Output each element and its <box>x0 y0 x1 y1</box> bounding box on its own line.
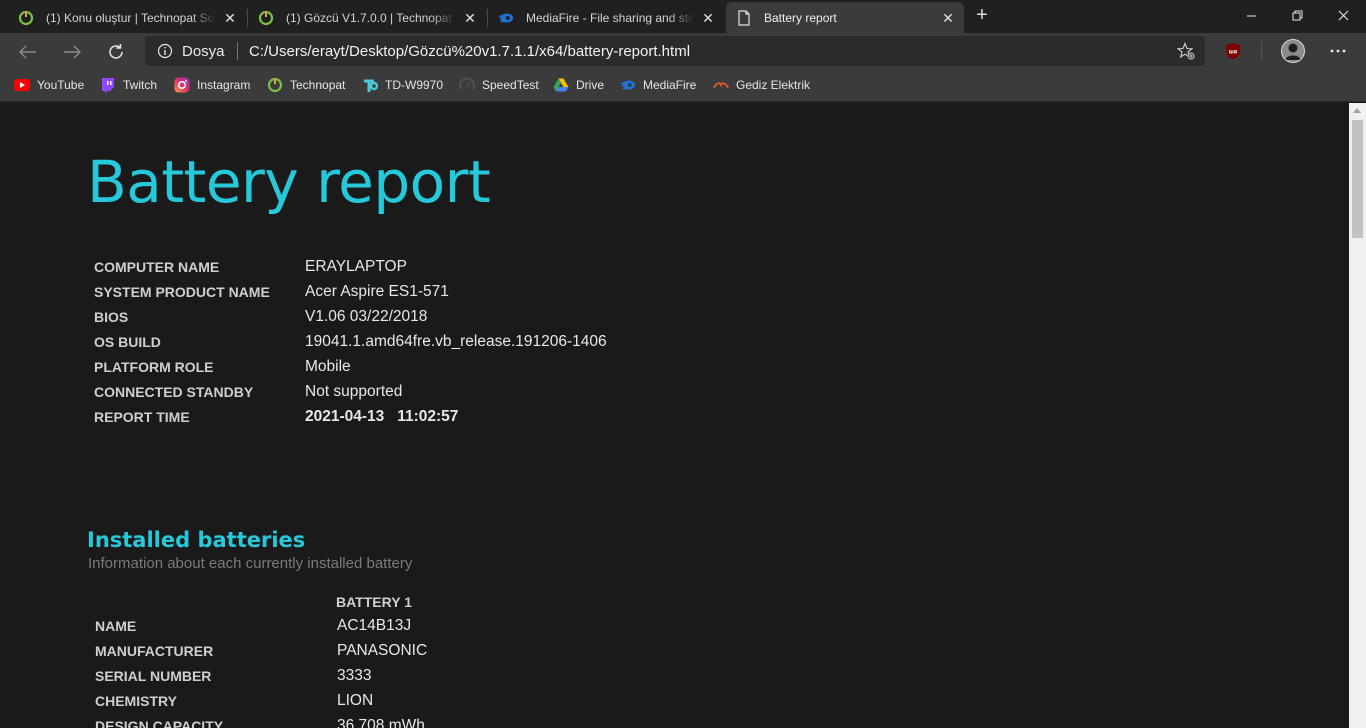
tab-mediafire[interactable]: MediaFire - File sharing and storage ✕ <box>488 2 724 33</box>
row-value: Acer Aspire ES1-571 <box>305 282 449 300</box>
speedtest-icon <box>459 77 475 93</box>
row-label: DESIGN CAPACITY <box>95 717 224 728</box>
page-title: Battery report <box>87 148 491 216</box>
tab-title: Battery report <box>764 10 837 25</box>
more-options-icon[interactable] <box>1327 40 1349 62</box>
row-value: PANASONIC <box>337 641 428 659</box>
bookmark-drive[interactable]: Drive <box>553 77 604 93</box>
bookmark-label: MediaFire <box>643 78 697 92</box>
scroll-up-icon[interactable] <box>1353 108 1361 113</box>
row-label: NAME <box>95 617 137 634</box>
close-icon[interactable]: ✕ <box>700 10 716 26</box>
section-subtitle: Information about each currently install… <box>88 555 413 572</box>
new-tab-button[interactable]: + <box>970 4 994 28</box>
bookmark-technopat[interactable]: Technopat <box>267 77 345 93</box>
navigation-toolbar: Dosya C:/Users/erayt/Desktop/Gözcü%20v1.… <box>0 33 1366 70</box>
tab-strip: (1) Konu oluştur | Technopat Sosyal ✕ (1… <box>0 0 1366 33</box>
row-label: SERIAL NUMBER <box>95 667 212 684</box>
technopat-icon <box>267 77 283 93</box>
bookmark-label: TD-W9970 <box>385 78 444 92</box>
url-text[interactable]: C:/Users/erayt/Desktop/Gözcü%20v1.7.1.1/… <box>249 43 690 60</box>
bookmark-label: Drive <box>576 78 605 92</box>
ublock-icon[interactable]: uo <box>1222 40 1244 62</box>
tab-gozcu[interactable]: (1) Gözcü V1.7.0.0 | Technopat Sosyal ✕ <box>248 2 486 33</box>
row-label: REPORT TIME <box>94 408 190 425</box>
drive-icon <box>553 77 569 93</box>
column-header: BATTERY 1 <box>336 594 412 610</box>
row-label: PLATFORM ROLE <box>94 358 214 375</box>
vertical-scrollbar[interactable] <box>1349 103 1366 728</box>
row-value: ERAYLAPTOP <box>305 257 407 275</box>
row-label: CHEMISTRY <box>95 692 177 709</box>
battery-report-page: Battery report COMPUTER NAME ERAYLAPTOP … <box>0 103 1349 728</box>
close-icon[interactable]: ✕ <box>940 10 956 26</box>
row-label: COMPUTER NAME <box>94 258 220 275</box>
minimize-button[interactable] <box>1228 0 1274 30</box>
twitch-icon <box>100 77 116 93</box>
section-title: Installed batteries <box>87 528 306 552</box>
close-icon[interactable]: ✕ <box>462 10 478 26</box>
bookmark-youtube[interactable]: YouTube <box>14 77 84 93</box>
close-window-button[interactable] <box>1320 0 1366 30</box>
scrollbar-thumb[interactable] <box>1352 120 1363 238</box>
bookmark-instagram[interactable]: Instagram <box>174 77 250 93</box>
avatar[interactable] <box>1280 38 1306 64</box>
row-value: Mobile <box>305 357 351 375</box>
svg-text:uo: uo <box>1229 49 1237 56</box>
row-value: 3333 <box>337 666 372 684</box>
document-icon <box>736 9 752 26</box>
address-bar[interactable]: Dosya C:/Users/erayt/Desktop/Gözcü%20v1.… <box>145 36 1205 66</box>
technopat-icon <box>18 10 34 26</box>
row-value: AC14B13J <box>337 616 412 634</box>
row-value: 19041.1.amd64fre.vb_release.191206-1406 <box>305 332 607 350</box>
row-label: BIOS <box>94 308 129 325</box>
row-label: CONNECTED STANDBY <box>94 383 254 400</box>
technopat-icon <box>258 10 274 26</box>
bookmark-td-w9970[interactable]: TD-W9970 <box>362 77 443 93</box>
bookmark-label: Twitch <box>123 78 158 92</box>
row-label: OS BUILD <box>94 333 161 350</box>
bookmark-twitch[interactable]: Twitch <box>100 77 157 93</box>
mediafire-icon <box>498 10 514 26</box>
bookmark-label: Technopat <box>290 78 346 92</box>
row-label: SYSTEM PRODUCT NAME <box>94 283 270 300</box>
tab-battery-report[interactable]: Battery report ✕ <box>726 2 964 33</box>
bookmark-mediafire[interactable]: MediaFire <box>620 77 696 93</box>
tab-konu-olustur[interactable]: (1) Konu oluştur | Technopat Sosyal ✕ <box>8 2 246 33</box>
tab-title: MediaFire - File sharing and storage <box>526 10 694 25</box>
address-divider <box>237 42 238 60</box>
row-value: 36,708 mWh <box>337 716 425 728</box>
row-value: 2021-04-13 11:02:57 <box>305 407 459 425</box>
row-label: MANUFACTURER <box>95 642 214 659</box>
tab-title: (1) Konu oluştur | Technopat Sosyal <box>46 10 216 25</box>
bookmark-label: YouTube <box>37 78 85 92</box>
gediz-icon <box>713 77 729 93</box>
mediafire-icon <box>620 77 636 93</box>
info-icon[interactable] <box>157 43 173 59</box>
back-button[interactable] <box>13 37 43 67</box>
tab-title: (1) Gözcü V1.7.0.0 | Technopat Sosyal <box>286 10 456 25</box>
forward-button[interactable] <box>57 37 87 67</box>
close-icon[interactable]: ✕ <box>222 10 238 26</box>
instagram-icon <box>174 77 190 93</box>
youtube-icon <box>14 77 30 93</box>
bookmark-speedtest[interactable]: SpeedTest <box>459 77 539 93</box>
toolbar-divider <box>1261 42 1262 60</box>
row-value: V1.06 03/22/2018 <box>305 307 428 325</box>
bookmarks-bar: YouTube Twitch Instagram Technopat TD-W9… <box>0 70 1366 102</box>
bookmark-label: Instagram <box>197 78 251 92</box>
scheme-label: Dosya <box>182 43 225 60</box>
add-favorite-icon[interactable] <box>1176 42 1195 60</box>
bookmark-label: Gediz Elektrik <box>736 78 811 92</box>
row-value: Not supported <box>305 382 403 400</box>
refresh-button[interactable] <box>101 37 131 67</box>
restore-button[interactable] <box>1274 0 1320 30</box>
row-value: LION <box>337 691 374 709</box>
bookmark-label: SpeedTest <box>482 78 539 92</box>
tplink-icon <box>362 77 378 93</box>
bookmark-gediz-elektrik[interactable]: Gediz Elektrik <box>713 77 810 93</box>
